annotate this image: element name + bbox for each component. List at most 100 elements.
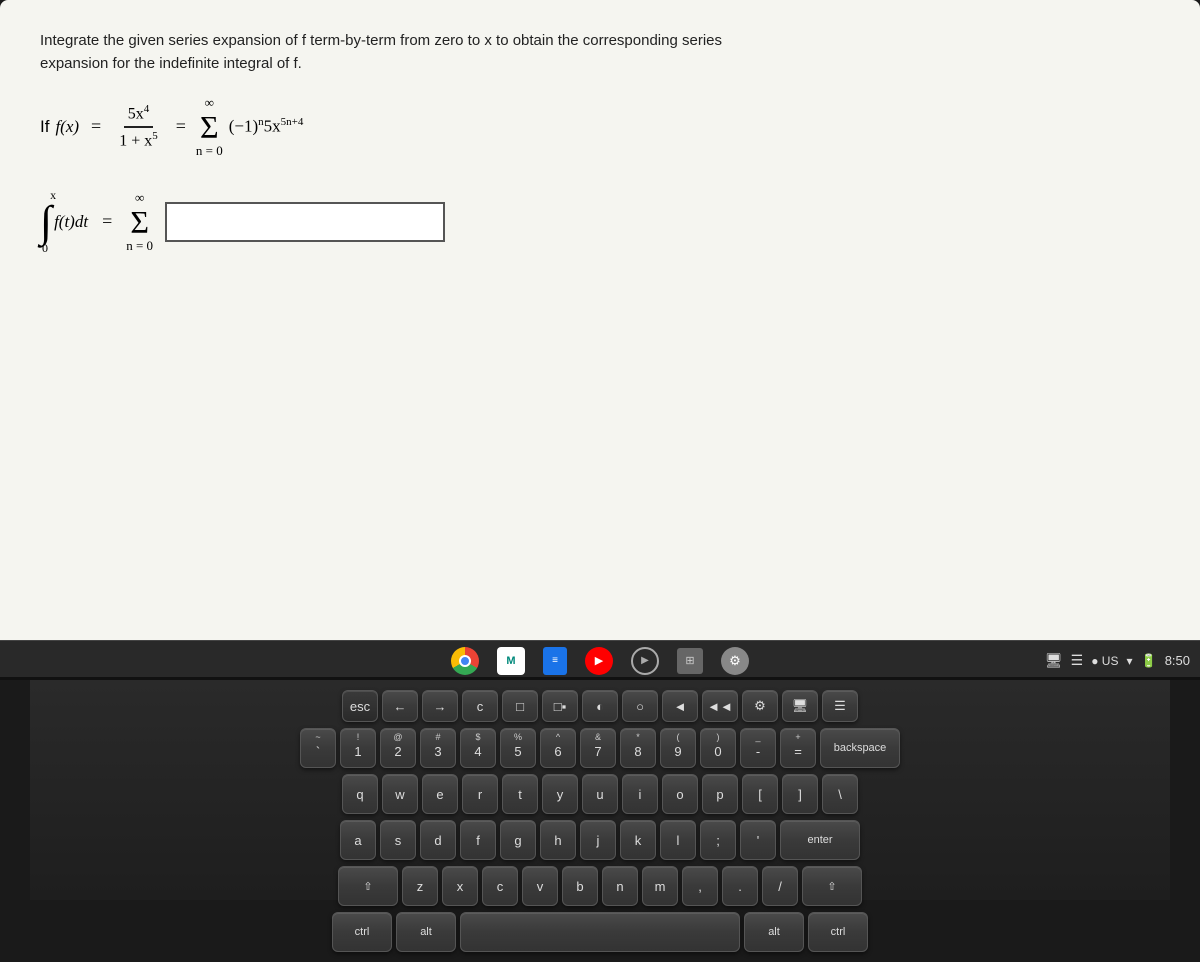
key-x[interactable]: x [442,866,478,906]
key-alt-left[interactable]: alt [396,912,456,952]
key-quote[interactable]: ' [740,820,776,860]
zxcv-key-row: ⇧ z x c v b n m , . / ⇧ [20,866,1180,906]
key-5[interactable]: % 5 [500,728,536,768]
key-vol-up[interactable]: ⚙ [742,690,778,722]
integral-equals: = [102,211,112,232]
key-c[interactable]: c [482,866,518,906]
key-reload[interactable]: c [462,690,498,722]
key-alt-right[interactable]: alt [744,912,804,952]
key-8[interactable]: * 8 [620,728,656,768]
key-o[interactable]: o [662,774,698,814]
photo-symbol-icon: ⊞ [685,654,694,667]
answer-box[interactable] [165,202,445,242]
key-mute[interactable]: ◄ [662,690,698,722]
key-1[interactable]: ! 1 [340,728,376,768]
taskbar: M ≡ ▶ ▶ ⊞ ⚙ 🖥 ☰ ● US ▾ 🔋 8:50 [0,640,1200,680]
key-vol-down[interactable]: ◄◄ [702,690,738,722]
time-display: 8:50 [1165,653,1190,668]
key-7[interactable]: & 7 [580,728,616,768]
key-bright-up[interactable]: ○ [622,690,658,722]
key-l[interactable]: l [660,820,696,860]
key-bright-down[interactable]: ◐ [582,690,618,722]
key-6[interactable]: ^ 6 [540,728,576,768]
key-4[interactable]: $ 4 [460,728,496,768]
docs-label: ≡ [552,655,558,666]
chrome-icon[interactable] [451,647,479,675]
key-2[interactable]: @ 2 [380,728,416,768]
key-comma[interactable]: , [682,866,718,906]
key-lshift[interactable]: ⇧ [338,866,398,906]
key-0[interactable]: ) 0 [700,728,736,768]
key-3[interactable]: # 3 [420,728,456,768]
key-t[interactable]: t [502,774,538,814]
key-equals[interactable]: + = [780,728,816,768]
key-period[interactable]: . [722,866,758,906]
bottom-key-row: ctrl alt alt ctrl [20,912,1180,952]
key-ctrl-right[interactable]: ctrl [808,912,868,952]
key-y[interactable]: y [542,774,578,814]
key-k[interactable]: k [620,820,656,860]
youtube-play-icon: ▶ [595,654,603,667]
key-power-fn[interactable]: ☰ [822,690,858,722]
key-forward[interactable]: → [422,690,458,722]
meet-icon[interactable]: M [497,647,525,675]
key-rshift[interactable]: ⇧ [802,866,862,906]
key-windows[interactable]: □▪ [542,690,578,722]
key-back[interactable]: ← [382,690,418,722]
key-ctrl[interactable]: ctrl [332,912,392,952]
given-equation: If f(x) = 5x4 1 + x5 = ∞ Σ n = 0 (−1)n5x… [40,95,1160,158]
key-e[interactable]: e [422,774,458,814]
equals-sign: = [91,116,101,137]
sigma2-bottom: n = 0 [126,238,153,254]
youtube-icon[interactable]: ▶ [585,647,613,675]
key-semicolon[interactable]: ; [700,820,736,860]
key-9[interactable]: ( 9 [660,728,696,768]
key-f[interactable]: f [460,820,496,860]
key-g[interactable]: g [500,820,536,860]
key-i[interactable]: i [622,774,658,814]
key-lbracket[interactable]: [ [742,774,778,814]
key-z[interactable]: z [402,866,438,906]
if-label: If [40,117,49,137]
photo-icon[interactable]: ⊞ [677,648,703,674]
key-minus[interactable]: _ - [740,728,776,768]
sigma2: ∞ Σ n = 0 [126,190,153,253]
key-backspace[interactable]: backspace [820,728,900,768]
problem-line2: expansion for the indefinite integral of… [40,53,1160,76]
play-icon[interactable]: ▶ [631,647,659,675]
key-q[interactable]: q [342,774,378,814]
list-icon[interactable]: ☰ [1071,652,1084,669]
numerator: 5x4 [124,103,154,127]
key-n[interactable]: n [602,866,638,906]
fx-label: f(x) [55,117,79,137]
key-backtick[interactable]: ~ ` [300,728,336,768]
sigma1-bottom: n = 0 [196,143,223,159]
key-backslash[interactable]: \ [822,774,858,814]
key-slash[interactable]: / [762,866,798,906]
key-u[interactable]: u [582,774,618,814]
key-rbracket[interactable]: ] [782,774,818,814]
fn-key-row: esc ← → c □ □▪ ◐ ○ ◄ ◄◄ ⚙ 🖥 ☰ [20,690,1180,722]
docs-icon[interactable]: ≡ [543,647,567,675]
key-r[interactable]: r [462,774,498,814]
key-h[interactable]: h [540,820,576,860]
key-s[interactable]: s [380,820,416,860]
keyboard: esc ← → c □ □▪ ◐ ○ ◄ ◄◄ ⚙ 🖥 ☰ ~ ` ! 1 [0,680,1200,962]
key-d[interactable]: d [420,820,456,860]
key-v[interactable]: v [522,866,558,906]
battery-icon: 🔋 [1141,653,1157,669]
key-enter[interactable]: enter [780,820,860,860]
key-w[interactable]: w [382,774,418,814]
key-space[interactable] [460,912,740,952]
key-m[interactable]: m [642,866,678,906]
screen-icon[interactable]: 🖥 [1045,652,1063,669]
key-j[interactable]: j [580,820,616,860]
integrand: f(t)dt [54,212,88,232]
key-b[interactable]: b [562,866,598,906]
settings-icon[interactable]: ⚙ [721,647,749,675]
key-a[interactable]: a [340,820,376,860]
key-fullscreen[interactable]: □ [502,690,538,722]
key-lock[interactable]: 🖥 [782,690,818,722]
key-p[interactable]: p [702,774,738,814]
key-esc[interactable]: esc [342,690,378,722]
